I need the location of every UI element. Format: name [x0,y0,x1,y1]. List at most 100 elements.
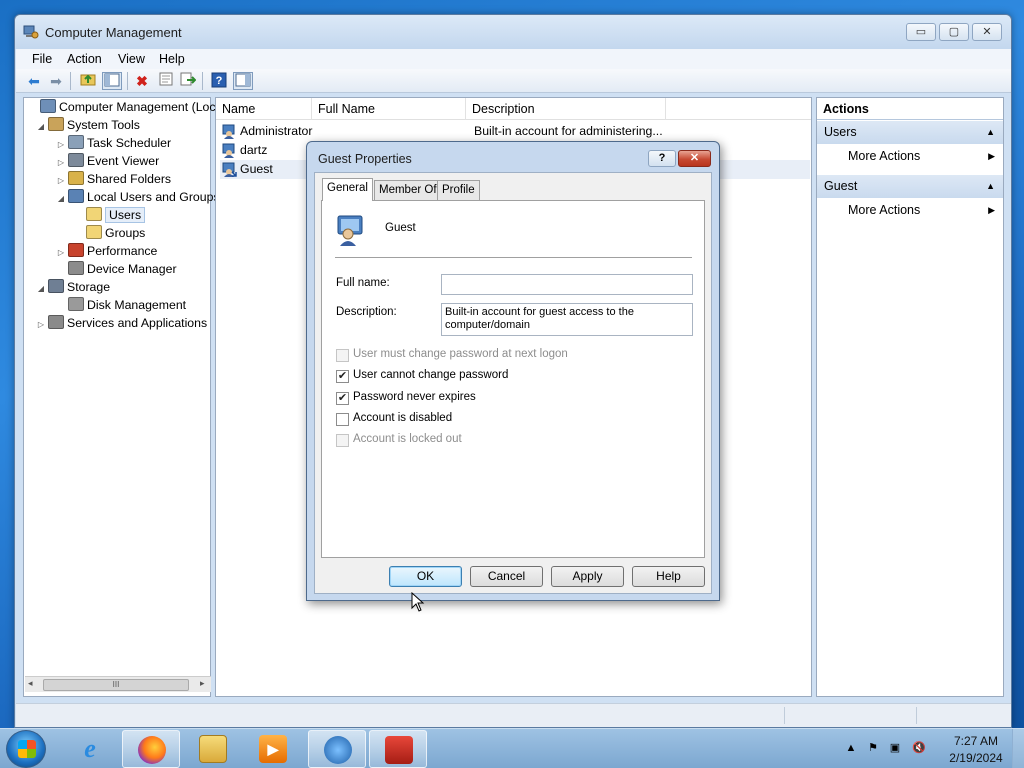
more-actions-label: More Actions [848,149,921,163]
folder-icon [86,207,102,221]
tree-expander-icon[interactable]: ◢ [36,280,46,298]
ok-button[interactable]: OK [389,566,462,587]
tree-horizontal-scrollbar[interactable]: ◂ III ▸ [25,676,211,692]
show-desktop-button[interactable] [1012,729,1024,768]
system-tools-icon [48,117,64,131]
column-header-name[interactable]: Name [216,98,312,120]
show-hide-action-pane-icon[interactable] [233,72,253,90]
cancel-button[interactable]: Cancel [470,566,543,587]
table-row[interactable]: Administrator Built-in account for admini… [220,122,810,141]
maximize-button[interactable]: ▢ [939,23,969,41]
network-setup-icon [324,736,352,764]
minimize-button[interactable]: ▭ [906,23,936,41]
device-manager-icon [68,261,84,275]
tree-expander-icon[interactable]: ◢ [36,118,46,136]
dialog-close-button[interactable]: ✕ [678,150,711,167]
tree-item[interactable]: ▷ Performance [26,242,210,260]
tree-item[interactable]: ◢ System Tools [26,116,210,134]
tree-item[interactable]: Device Manager [26,260,210,278]
task-scheduler-icon [68,135,84,149]
taskbar-network-setup[interactable] [308,730,366,768]
tree-item[interactable]: ▷ Services and Applications [26,314,210,332]
start-button[interactable] [6,730,46,768]
show-hidden-icons-icon[interactable]: ▲ [844,741,858,755]
tree-item-label: Users [105,207,146,223]
export-icon[interactable] [178,72,198,90]
firefox-icon [138,736,166,764]
clock-date[interactable]: 2/19/2024 [944,751,1008,765]
menu-action[interactable]: Action [60,49,109,69]
menu-help[interactable]: Help [152,49,192,69]
taskbar-media-player[interactable]: ▶ [244,730,302,768]
dialog-help-button[interactable]: ? [648,150,676,167]
forward-icon[interactable]: ➡ [46,72,66,90]
full-name-field[interactable] [441,274,693,295]
menu-view[interactable]: View [111,49,152,69]
title-bar[interactable]: Computer Management ▭ ▢ ✕ [15,15,1011,49]
column-header-full-name[interactable]: Full Name [312,98,466,120]
network-icon[interactable]: ▣ [888,741,902,755]
actions-group-guest[interactable]: Guest ▲ [817,175,1003,198]
tab-member-of[interactable]: Member Of [374,180,442,200]
action-center-flag-icon[interactable]: ⚑ [866,741,880,755]
back-icon[interactable]: ⬅ [24,72,44,90]
cell-description: Built-in account for administering... [474,124,663,138]
tab-profile[interactable]: Profile [437,180,480,200]
actions-group-label: Users [824,125,857,139]
taskbar-firefox[interactable] [122,730,180,768]
checkbox-label: Password never expires [353,391,476,403]
close-button[interactable]: ✕ [972,23,1002,41]
scroll-left-icon[interactable]: ◂ [28,678,33,689]
menu-file[interactable]: File [25,49,59,69]
volume-muted-icon[interactable]: 🔇 [912,741,926,755]
help-icon[interactable]: ? [209,72,229,90]
help-button[interactable]: Help [632,566,705,587]
checkbox-unchecked[interactable] [336,413,349,426]
toolbar-separator [70,72,71,90]
tab-general[interactable]: General [322,178,373,201]
media-player-icon: ▶ [259,735,287,763]
tree-item[interactable]: ▷ Shared Folders [26,170,210,188]
tree-expander-icon[interactable]: ◢ [56,190,66,208]
description-field[interactable]: Built-in account for guest access to the… [441,303,693,336]
toolbox-app-icon [385,736,413,764]
tree-item-label: Event Viewer [87,154,160,168]
clock-time[interactable]: 7:27 AM [948,734,1004,748]
tree-item[interactable]: Groups [26,224,210,242]
more-actions-users[interactable]: More Actions ▶ [817,145,1003,167]
status-divider [784,707,785,724]
general-tab-panel: Guest Full name: Description: Built-in a… [321,200,705,558]
tree-item[interactable]: ◢ Storage [26,278,210,296]
up-folder-icon[interactable] [78,72,98,90]
actions-group-users[interactable]: Users ▲ [817,121,1003,144]
more-actions-guest[interactable]: More Actions ▶ [817,199,1003,221]
taskbar-internet-explorer[interactable]: e [61,730,119,768]
collapse-icon[interactable]: ▲ [986,175,995,198]
mouse-cursor-icon [411,591,425,612]
tree-item[interactable]: ▷ Event Viewer [26,152,210,170]
taskbar-file-explorer[interactable] [184,730,242,768]
dialog-body: General Member Of Profile Guest Full nam… [314,172,712,594]
tree-item[interactable]: Disk Management [26,296,210,314]
column-header-description[interactable]: Description [466,98,666,120]
tree-expander-icon[interactable]: ▷ [36,316,46,334]
tree-item[interactable]: Computer Management (Local [26,98,225,116]
dialog-title: Guest Properties [318,152,412,166]
checkbox-checked[interactable]: ✔ [336,392,349,405]
windows-logo-icon [18,740,36,758]
taskbar-computer-management[interactable] [369,730,427,768]
tree-item-label: Task Scheduler [87,136,172,150]
shared-folders-icon [68,171,84,185]
collapse-icon[interactable]: ▲ [986,121,995,144]
scrollbar-thumb[interactable]: III [43,679,189,691]
apply-button[interactable]: Apply [551,566,624,587]
tree-item[interactable]: Users [26,206,210,224]
checkbox-checked[interactable]: ✔ [336,370,349,383]
tree-item[interactable]: ▷ Task Scheduler [26,134,210,152]
delete-icon[interactable]: ✖ [132,72,152,90]
scroll-right-icon[interactable]: ▸ [200,678,205,689]
properties-icon[interactable] [156,72,176,90]
cell-name: dartz [240,143,268,157]
tree-item[interactable]: ◢ Local Users and Groups [26,188,220,208]
show-hide-tree-icon[interactable] [102,72,122,90]
